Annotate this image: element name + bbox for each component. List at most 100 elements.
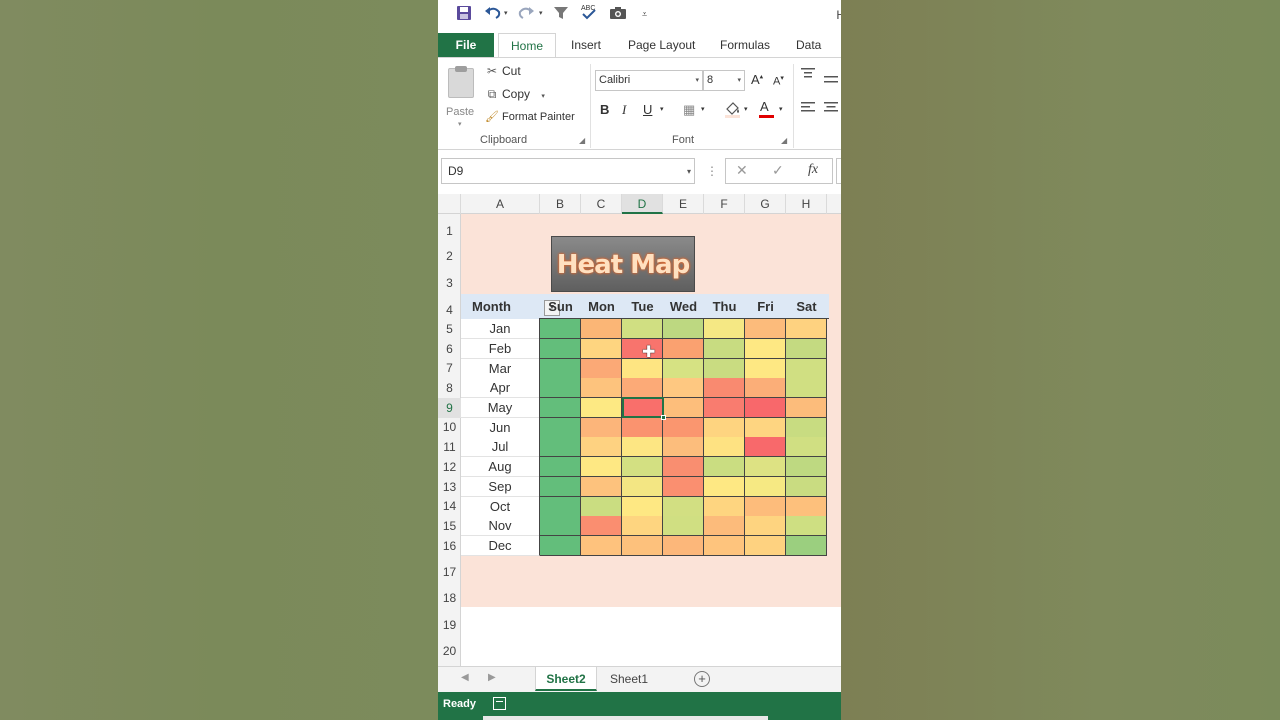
redo-dropdown-icon[interactable]: ▾ xyxy=(539,9,543,17)
header-day[interactable]: Wed xyxy=(663,294,704,319)
row-header[interactable]: 17 xyxy=(438,556,461,582)
heatmap-cell[interactable] xyxy=(786,418,827,438)
heatmap-cell[interactable] xyxy=(540,516,581,536)
heatmap-cell[interactable] xyxy=(622,359,663,379)
bold-button[interactable]: B xyxy=(600,102,609,117)
column-header-c[interactable]: C xyxy=(581,194,622,214)
heatmap-cell[interactable] xyxy=(622,477,663,497)
heatmap-cell[interactable] xyxy=(581,516,622,536)
heatmap-cell[interactable] xyxy=(540,398,581,418)
heatmap-cell[interactable] xyxy=(745,477,786,497)
heatmap-cell[interactable] xyxy=(540,418,581,438)
heatmap-cell[interactable] xyxy=(745,418,786,438)
redo-icon[interactable] xyxy=(517,5,535,24)
row-header[interactable]: 18 xyxy=(438,582,461,609)
format-painter-button[interactable]: 🖌 Format Painter xyxy=(484,110,575,126)
sheet-tab-sheet1[interactable]: Sheet1 xyxy=(598,667,660,691)
heatmap-cell[interactable] xyxy=(745,497,786,517)
heatmap-cell[interactable] xyxy=(745,457,786,477)
heatmap-cell[interactable] xyxy=(704,457,745,477)
month-cell[interactable]: Jun xyxy=(461,418,540,438)
paste-dropdown-icon[interactable]: ▾ xyxy=(458,120,462,128)
row-header[interactable]: 16 xyxy=(438,536,461,556)
header-day[interactable]: Mon xyxy=(581,294,622,319)
decrease-font-size-button[interactable]: A▾ xyxy=(773,74,784,88)
month-cell[interactable]: Jul xyxy=(461,437,540,457)
row-header[interactable]: 3 xyxy=(438,267,461,294)
heatmap-cell[interactable] xyxy=(745,437,786,457)
undo-dropdown-icon[interactable]: ▾ xyxy=(504,9,508,17)
heatmap-cell[interactable] xyxy=(663,457,704,477)
new-sheet-button[interactable]: + xyxy=(694,671,710,687)
heatmap-cell[interactable] xyxy=(622,437,663,457)
month-cell[interactable]: Feb xyxy=(461,339,540,359)
column-header-g[interactable]: G xyxy=(745,194,786,214)
month-cell[interactable]: Apr xyxy=(461,378,540,398)
row-header[interactable]: 5 xyxy=(438,319,461,339)
fill-handle[interactable] xyxy=(661,415,666,420)
heatmap-cell[interactable] xyxy=(663,437,704,457)
formula-bar-grip-icon[interactable]: ⋮ xyxy=(706,164,718,178)
top-align-icon[interactable] xyxy=(801,68,815,83)
heatmap-cell[interactable] xyxy=(704,378,745,398)
heatmap-cell[interactable] xyxy=(622,418,663,438)
row-header[interactable]: 6 xyxy=(438,339,461,359)
heatmap-cell[interactable] xyxy=(704,319,745,339)
scroll-left-icon[interactable]: ◀ xyxy=(461,672,469,683)
row-header[interactable]: 13 xyxy=(438,477,461,497)
filter-icon[interactable] xyxy=(553,5,569,24)
select-all-corner[interactable] xyxy=(438,194,461,214)
heatmap-cell[interactable] xyxy=(745,516,786,536)
heatmap-cell[interactable] xyxy=(704,536,745,556)
heatmap-cell[interactable] xyxy=(581,378,622,398)
header-day[interactable]: Sat xyxy=(786,294,827,319)
month-cell[interactable]: Dec xyxy=(461,536,540,556)
align-left-icon[interactable] xyxy=(801,102,815,117)
heatmap-cell[interactable] xyxy=(704,516,745,536)
scroll-right-icon[interactable]: ▶ xyxy=(488,672,496,683)
font-color-button[interactable]: A xyxy=(759,99,774,118)
heatmap-cell[interactable] xyxy=(581,536,622,556)
active-cell-selection[interactable] xyxy=(622,397,666,420)
heatmap-cell[interactable] xyxy=(786,339,827,359)
tab-home[interactable]: Home xyxy=(498,33,556,57)
heatmap-cell[interactable] xyxy=(663,378,704,398)
header-day[interactable]: Fri xyxy=(745,294,786,319)
row-header-selected[interactable]: 9 xyxy=(438,398,461,418)
heatmap-cell[interactable] xyxy=(704,339,745,359)
heatmap-cell[interactable] xyxy=(663,339,704,359)
row-header[interactable]: 8 xyxy=(438,378,461,398)
heatmap-cell[interactable] xyxy=(540,477,581,497)
tab-page-layout[interactable]: Page Layout xyxy=(628,33,695,57)
heatmap-cell[interactable] xyxy=(581,437,622,457)
heatmap-cell[interactable] xyxy=(663,418,704,438)
heatmap-cell[interactable] xyxy=(622,516,663,536)
heatmap-cell[interactable] xyxy=(786,457,827,477)
heatmap-cell[interactable] xyxy=(745,339,786,359)
heat-map-title[interactable]: Heat Map xyxy=(551,236,695,292)
column-header-d[interactable]: D xyxy=(622,194,663,214)
font-launcher-icon[interactable]: ◢ xyxy=(781,136,787,145)
save-icon[interactable] xyxy=(456,5,472,24)
heatmap-cell[interactable] xyxy=(786,516,827,536)
heatmap-cell[interactable] xyxy=(786,359,827,379)
heatmap-cell[interactable] xyxy=(581,497,622,517)
heatmap-cell[interactable] xyxy=(704,398,745,418)
heatmap-cell[interactable] xyxy=(786,497,827,517)
month-cell[interactable]: Aug xyxy=(461,457,540,477)
heatmap-cell[interactable] xyxy=(540,378,581,398)
align-center-icon[interactable] xyxy=(824,102,838,117)
heatmap-cell[interactable] xyxy=(540,339,581,359)
heatmap-cell[interactable] xyxy=(540,319,581,339)
borders-icon[interactable]: ▦ xyxy=(683,102,695,118)
clipboard-launcher-icon[interactable]: ◢ xyxy=(579,136,585,145)
row-header[interactable]: 1 xyxy=(438,214,461,240)
row-header[interactable]: 4 xyxy=(438,294,461,319)
formula-input[interactable] xyxy=(836,158,841,184)
heatmap-cell[interactable] xyxy=(745,378,786,398)
month-cell[interactable]: Sep xyxy=(461,477,540,497)
heatmap-cell[interactable] xyxy=(622,536,663,556)
heatmap-cell[interactable] xyxy=(540,359,581,379)
copy-dropdown-icon[interactable]: ▾ xyxy=(541,93,545,100)
heatmap-cell[interactable] xyxy=(581,418,622,438)
